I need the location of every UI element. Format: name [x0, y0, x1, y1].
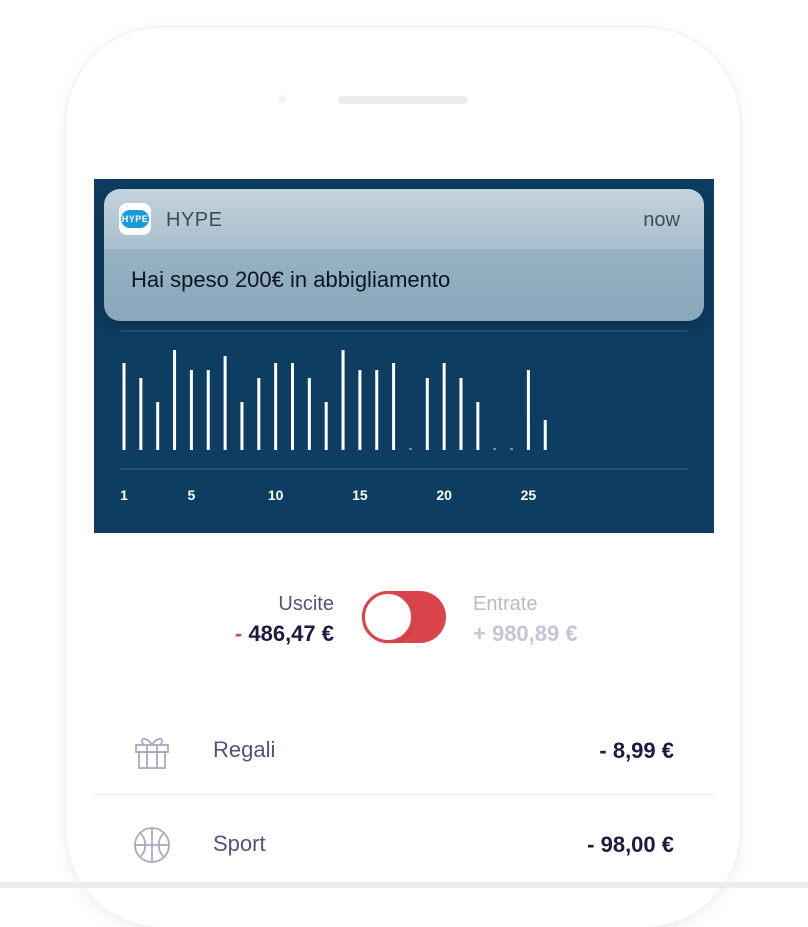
- gift-icon: [135, 738, 169, 769]
- chart-bar[interactable]: [223, 356, 227, 450]
- chart-bar-empty: [493, 448, 497, 450]
- x-tick-label: 20: [436, 487, 452, 503]
- notification-time: now: [643, 209, 680, 231]
- x-tick-label: 15: [352, 487, 368, 503]
- category-label: Sport: [213, 831, 266, 856]
- row-divider: [94, 794, 714, 795]
- notification-message: Hai speso 200€ in abbigliamento: [131, 267, 451, 292]
- incoming-amount: + 980,89 €: [473, 621, 578, 646]
- outgoing-label[interactable]: Uscite: [278, 593, 334, 616]
- chart-bar[interactable]: [526, 370, 530, 450]
- chart-bar[interactable]: [307, 378, 311, 450]
- category-row-regali[interactable]: Regali - 8,99 €: [94, 705, 714, 795]
- chart-bar[interactable]: [189, 370, 193, 450]
- x-tick-label: 25: [521, 487, 537, 503]
- category-amount: - 8,99 €: [599, 738, 674, 763]
- outgoing-amount-value: 486,47 €: [248, 621, 334, 646]
- bottom-edge: [0, 882, 808, 888]
- chart-bar[interactable]: [122, 363, 126, 450]
- chart-bar[interactable]: [392, 363, 396, 450]
- front-camera: [278, 95, 286, 103]
- chart-bar[interactable]: [358, 370, 362, 450]
- x-tick-label: 1: [120, 487, 128, 503]
- switch-knob[interactable]: [362, 591, 414, 643]
- app-icon-logo: HYPE: [121, 210, 149, 228]
- chart-bar[interactable]: [459, 378, 463, 450]
- chart-bar[interactable]: [442, 363, 446, 450]
- outgoing-incoming-switch[interactable]: [362, 591, 446, 643]
- chart-bar[interactable]: [375, 370, 379, 450]
- app-screen: 1 5 10 15 20 25 HYPE HYPE now Hai speso 200€ …: [94, 179, 714, 889]
- chart-bar[interactable]: [324, 402, 328, 450]
- chart-bar[interactable]: [543, 420, 547, 450]
- category-label: Regali: [213, 737, 276, 762]
- minus-sign: -: [234, 621, 243, 646]
- category-amount: - 98,00 €: [587, 832, 674, 857]
- x-tick-label: 5: [188, 487, 196, 503]
- push-notification[interactable]: HYPE HYPE now Hai speso 200€ in abbiglia…: [104, 189, 704, 321]
- chart-bar-empty: [408, 448, 412, 450]
- chart-bar[interactable]: [139, 378, 143, 450]
- notification-app-name: HYPE: [166, 209, 223, 231]
- outgoing-amount: - 486,47 €: [235, 621, 334, 647]
- chart-bar[interactable]: [274, 363, 278, 450]
- chart-bar[interactable]: [206, 370, 210, 450]
- x-tick-label: 10: [268, 487, 284, 503]
- chart-bar[interactable]: [341, 350, 345, 450]
- hype-app-icon: HYPE: [119, 203, 151, 235]
- chart-bar[interactable]: [173, 350, 177, 450]
- earpiece-speaker: [338, 96, 468, 104]
- incoming-label[interactable]: Entrate: [473, 593, 537, 616]
- chart-bar[interactable]: [476, 402, 480, 450]
- chart-bar[interactable]: [240, 402, 244, 450]
- chart-bar[interactable]: [425, 378, 429, 450]
- chart-bar[interactable]: [291, 363, 294, 450]
- basketball-icon: [134, 827, 170, 863]
- notification-header: HYPE HYPE now: [104, 189, 704, 249]
- chart-bar-empty: [510, 448, 514, 450]
- outgoing-incoming-toggle-area: Uscite - 486,47 € Entrate + 980,89 €: [94, 579, 714, 659]
- category-row-sport[interactable]: Sport - 98,00 €: [94, 799, 714, 889]
- chart-bar[interactable]: [257, 378, 261, 450]
- chart-bar[interactable]: [156, 402, 160, 450]
